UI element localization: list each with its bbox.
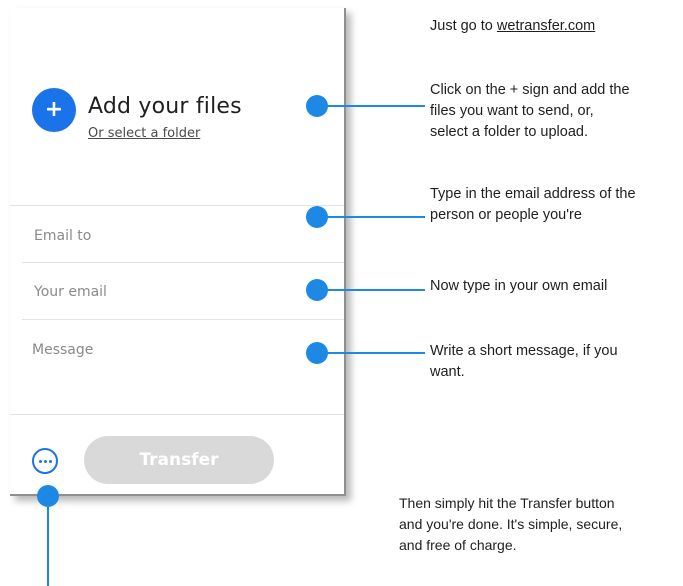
callout-dot-transfer — [37, 485, 59, 507]
callout-dot-add-files — [306, 95, 328, 117]
more-options-icon — [38, 459, 52, 463]
note-step-3-line: Type in the email address of the — [430, 186, 636, 202]
callout-line-add-files — [326, 105, 425, 107]
note-step-6: Then simply hit the Transfer button and … — [399, 493, 622, 556]
note-step-6-line: and free of charge. — [399, 537, 517, 553]
note-step-5-line: want. — [430, 364, 465, 380]
wetransfer-panel: + Add your files Or select a folder Emai… — [10, 8, 346, 496]
callout-line-transfer — [47, 505, 49, 586]
callout-line-message — [326, 352, 425, 354]
callout-line-your-email — [326, 289, 425, 291]
transfer-button[interactable]: Transfer — [84, 436, 274, 484]
divider — [10, 414, 344, 415]
note-step-4-line: Now type in your own email — [430, 278, 608, 294]
note-step-5: Write a short message, if you want. — [430, 341, 618, 383]
note-step-3: Type in the email address of the person … — [430, 184, 636, 226]
email-to-field[interactable]: Email to — [34, 228, 91, 244]
callout-line-email-to — [326, 216, 425, 218]
note-step-1-text: Just go to — [430, 18, 497, 34]
add-files-title[interactable]: Add your files — [88, 94, 242, 119]
add-files-button[interactable]: + — [32, 88, 76, 132]
your-email-field[interactable]: Your email — [34, 284, 107, 300]
note-step-2: Click on the + sign and add the files yo… — [430, 80, 630, 143]
note-step-2-line: files you want to send, or, — [430, 103, 594, 119]
wetransfer-link[interactable]: wetransfer.com — [497, 18, 595, 34]
note-step-5-line: Write a short message, if you — [430, 343, 618, 359]
callout-dot-email-to — [306, 206, 328, 228]
plus-icon: + — [44, 97, 64, 122]
divider — [22, 319, 344, 320]
note-step-3-line: person or people you're — [430, 207, 582, 223]
note-step-6-line: Then simply hit the Transfer button — [399, 495, 615, 511]
divider — [10, 205, 344, 206]
note-step-6-line: and you're done. It's simple, secure, — [399, 516, 623, 532]
note-step-2-line: select a folder to upload. — [430, 124, 588, 140]
callout-dot-your-email — [306, 279, 328, 301]
callout-dot-message — [306, 342, 328, 364]
divider — [22, 262, 344, 263]
select-folder-link[interactable]: Or select a folder — [88, 126, 200, 141]
message-field[interactable]: Message — [32, 342, 93, 358]
more-options-button[interactable] — [32, 448, 58, 474]
note-step-4: Now type in your own email — [430, 276, 607, 297]
note-step-1: Just go to wetransfer.com — [430, 16, 595, 37]
note-step-2-line: Click on the + sign and add the — [430, 82, 630, 98]
